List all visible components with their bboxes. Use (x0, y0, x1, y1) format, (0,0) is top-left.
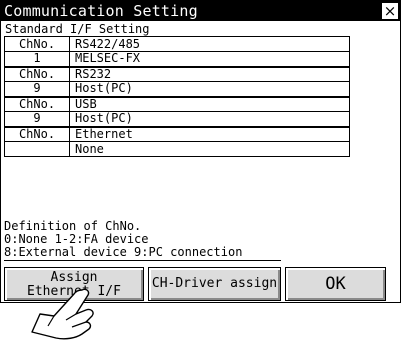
window-title: Communication Setting (4, 2, 198, 20)
ok-button[interactable]: OK (285, 267, 386, 301)
table-row: ChNo. RS422/485 (4, 36, 350, 52)
ch-no-value[interactable]: 1 (4, 51, 70, 67)
divider (4, 260, 281, 261)
interface-name: RS422/485 (69, 36, 350, 52)
pointing-hand-icon (31, 288, 94, 340)
ch-no-label: ChNo. (4, 65, 70, 82)
driver-name[interactable]: Host(PC) (69, 81, 350, 97)
table-row: ChNo. Ethernet (4, 125, 350, 142)
driver-name[interactable]: None (69, 141, 350, 157)
table-row[interactable]: 9 Host(PC) (4, 111, 350, 127)
title-bar: Communication Setting × (1, 1, 400, 21)
table-row: ChNo. USB (4, 95, 350, 112)
ch-driver-assign-button[interactable]: CH-Driver assign (148, 267, 281, 301)
chno-definition-legend: Definition of ChNo. 0:None 1-2:FA device… (4, 220, 399, 261)
assign-button-label-line1: Assign (50, 270, 98, 285)
ch-no-label: ChNo. (4, 125, 70, 142)
table-row[interactable]: None (4, 141, 350, 157)
table-row[interactable]: 9 Host(PC) (4, 81, 350, 97)
definition-line: 8:External device 9:PC connection (4, 245, 243, 259)
interface-name: RS232 (69, 65, 350, 82)
ch-no-label: ChNo. (4, 95, 70, 112)
table-row: ChNo. RS232 (4, 65, 350, 82)
ch-no-value[interactable]: 9 (4, 111, 70, 127)
close-button[interactable]: × (382, 3, 398, 19)
channel-table: ChNo. RS422/485 1 MELSEC-FX ChNo. RS232 … (4, 36, 350, 157)
close-icon: × (383, 2, 397, 20)
interface-name: Ethernet (69, 125, 350, 142)
ch-no-label: ChNo. (4, 36, 70, 52)
driver-name[interactable]: MELSEC-FX (69, 51, 350, 67)
ch-no-value[interactable]: 9 (4, 81, 70, 97)
ch-no-value[interactable] (4, 141, 70, 157)
communication-setting-window: Communication Setting × Standard I/F Set… (0, 0, 401, 303)
table-row[interactable]: 1 MELSEC-FX (4, 51, 350, 67)
driver-name[interactable]: Host(PC) (69, 111, 350, 127)
interface-name: USB (69, 95, 350, 112)
standard-if-setting-label: Standard I/F Setting (5, 22, 150, 36)
